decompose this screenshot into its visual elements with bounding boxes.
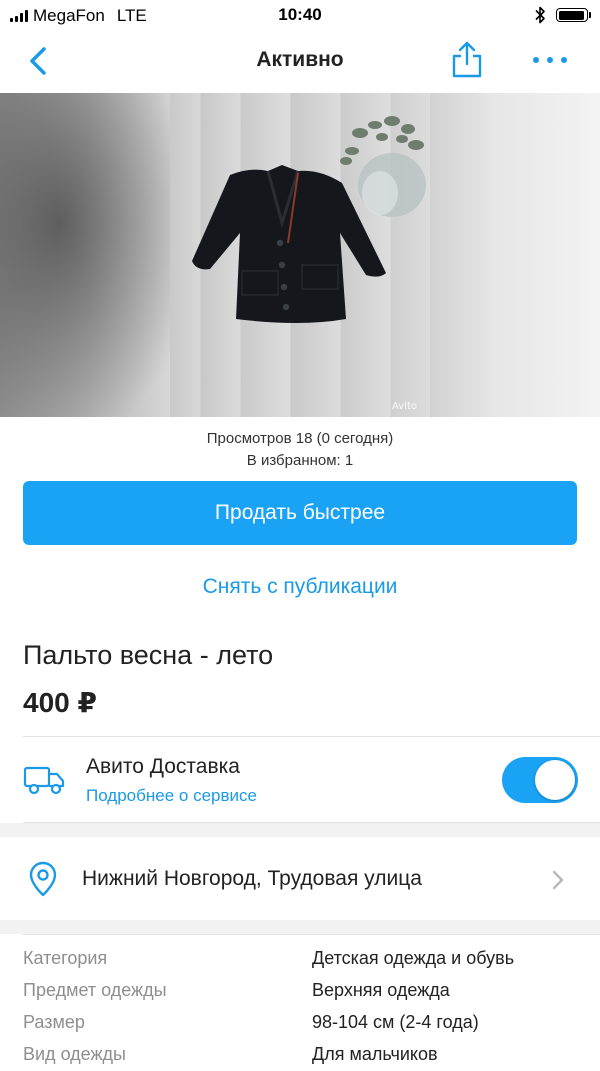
- sell-faster-button[interactable]: Продать быстрее: [23, 481, 577, 545]
- views-count: Просмотров 18 (0 сегодня): [206, 430, 394, 447]
- status-time: 10:40: [278, 5, 322, 24]
- param-row: Предмет одежды Верхняя одежда: [0, 975, 600, 1007]
- coat-photo-illustration: Avito: [192, 116, 426, 412]
- param-row: Размер 98-104 см (2-4 года): [0, 1007, 600, 1039]
- listing-photo[interactable]: Avito: [170, 93, 430, 417]
- page-title: Активно: [256, 48, 344, 71]
- param-row: Категория Детская одежда и обувь: [0, 943, 600, 975]
- chevron-right-icon: [552, 870, 564, 890]
- truck-icon: [23, 766, 65, 795]
- param-key: Вид одежды: [23, 1044, 126, 1064]
- back-chevron-icon[interactable]: [22, 44, 56, 78]
- battery-level-fill: [558, 10, 584, 20]
- delivery-details-link[interactable]: Подробнее о сервисе: [86, 786, 257, 806]
- param-key: Предмет одежды: [23, 980, 167, 1000]
- divider: [23, 934, 600, 935]
- listing-stats: Просмотров 18 (0 сегодня) В избранном: 1: [0, 428, 600, 472]
- param-value: Верхняя одежда: [312, 980, 450, 1000]
- photo-watermark: Avito: [392, 401, 417, 412]
- param-key: Размер: [23, 1012, 85, 1032]
- section-separator: [0, 823, 600, 837]
- divider: [23, 736, 600, 737]
- param-key: Категория: [23, 948, 108, 968]
- status-bar: MegaFon LTE 10:40: [0, 0, 600, 32]
- location-row[interactable]: Нижний Новгород, Трудовая улица: [0, 838, 600, 920]
- location-pin-icon: [29, 861, 57, 897]
- listing-price: 400 ₽: [23, 687, 97, 718]
- location-address: Нижний Новгород, Трудовая улица: [82, 867, 422, 890]
- favorites-count: В избранном: 1: [246, 452, 354, 469]
- nav-bar: Активно: [0, 32, 600, 92]
- battery-icon: [556, 8, 591, 22]
- status-right: [534, 6, 591, 24]
- delivery-toggle[interactable]: [502, 757, 578, 803]
- share-icon[interactable]: [450, 40, 484, 80]
- param-row: Вид одежды Для мальчиков: [0, 1039, 600, 1071]
- unpublish-button[interactable]: Снять с публикации: [0, 575, 600, 599]
- toggle-knob: [535, 760, 575, 800]
- bluetooth-icon: [535, 6, 545, 24]
- section-separator: [0, 920, 600, 934]
- param-value: 98-104 см (2-4 года): [312, 1012, 479, 1032]
- photo-gallery[interactable]: Avito: [0, 93, 600, 417]
- param-value: Для мальчиков: [312, 1044, 438, 1064]
- more-dots-icon[interactable]: [530, 50, 570, 70]
- delivery-title: Авито Доставка: [86, 755, 240, 778]
- listing-title: Пальто весна - лето: [23, 640, 274, 670]
- param-value: Детская одежда и обувь: [312, 948, 515, 968]
